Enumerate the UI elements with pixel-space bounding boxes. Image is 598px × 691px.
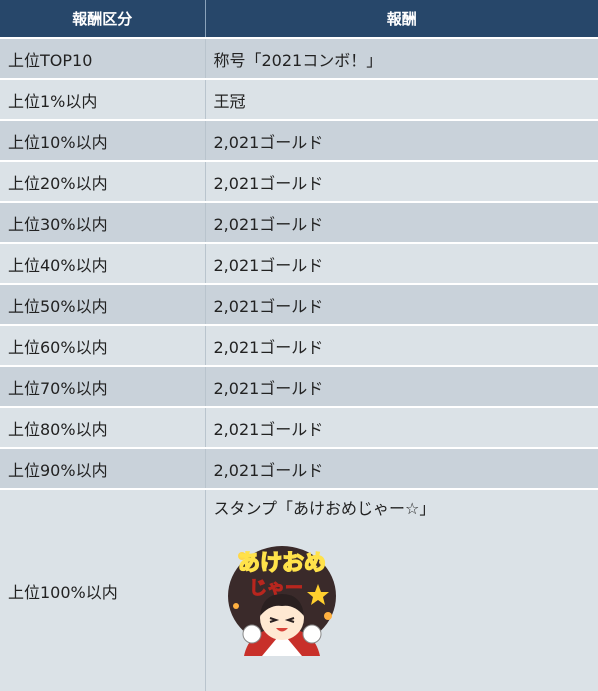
table-row: 上位40%以内 2,021ゴールド: [0, 243, 598, 284]
table-row: 上位80%以内 2,021ゴールド: [0, 407, 598, 448]
reward-cell: 2,021ゴールド: [205, 407, 598, 448]
table-row: 上位70%以内 2,021ゴールド: [0, 366, 598, 407]
reward-cell: 2,021ゴールド: [205, 120, 598, 161]
reward-cell: 2,021ゴールド: [205, 325, 598, 366]
reward-cell: 2,021ゴールド: [205, 284, 598, 325]
stamp-image: あけおめ じゃー: [222, 536, 342, 660]
tier-cell: 上位90%以内: [0, 448, 205, 489]
table-row: 上位60%以内 2,021ゴールド: [0, 325, 598, 366]
rewards-table: 報酬区分 報酬 上位TOP10 称号「2021コンボ！」 上位1%以内 王冠 上…: [0, 0, 598, 691]
tier-cell: 上位60%以内: [0, 325, 205, 366]
reward-cell: 2,021ゴールド: [205, 366, 598, 407]
header-reward: 報酬: [205, 0, 598, 38]
tier-cell: 上位TOP10: [0, 38, 205, 79]
reward-cell: 2,021ゴールド: [205, 243, 598, 284]
tier-cell: 上位50%以内: [0, 284, 205, 325]
tier-cell: 上位30%以内: [0, 202, 205, 243]
tier-cell: 上位20%以内: [0, 161, 205, 202]
table-row: 上位20%以内 2,021ゴールド: [0, 161, 598, 202]
svg-text:あけおめ: あけおめ: [237, 551, 325, 576]
reward-cell: 称号「2021コンボ！」: [205, 38, 598, 79]
tier-cell: 上位40%以内: [0, 243, 205, 284]
reward-cell: 2,021ゴールド: [205, 448, 598, 489]
table-row: 上位30%以内 2,021ゴールド: [0, 202, 598, 243]
table-header-row: 報酬区分 報酬: [0, 0, 598, 38]
table-row: 上位1%以内 王冠: [0, 79, 598, 120]
table-row: 上位TOP10 称号「2021コンボ！」: [0, 38, 598, 79]
tier-cell: 上位100%以内: [0, 489, 205, 691]
header-reward-tier: 報酬区分: [0, 0, 205, 38]
tier-cell: 上位80%以内: [0, 407, 205, 448]
reward-cell: 王冠: [205, 79, 598, 120]
reward-cell: 2,021ゴールド: [205, 161, 598, 202]
table-row: 上位100%以内 スタンプ「あけおめじゃー☆」 あけおめ じゃー: [0, 489, 598, 691]
reward-cell: スタンプ「あけおめじゃー☆」 あけおめ じゃー: [205, 489, 598, 691]
tier-cell: 上位70%以内: [0, 366, 205, 407]
reward-stamp-text: スタンプ「あけおめじゃー☆」: [214, 496, 598, 524]
table-row: 上位50%以内 2,021ゴールド: [0, 284, 598, 325]
table-row: 上位90%以内 2,021ゴールド: [0, 448, 598, 489]
tier-cell: 上位1%以内: [0, 79, 205, 120]
table-row: 上位10%以内 2,021ゴールド: [0, 120, 598, 161]
reward-cell: 2,021ゴールド: [205, 202, 598, 243]
tier-cell: 上位10%以内: [0, 120, 205, 161]
